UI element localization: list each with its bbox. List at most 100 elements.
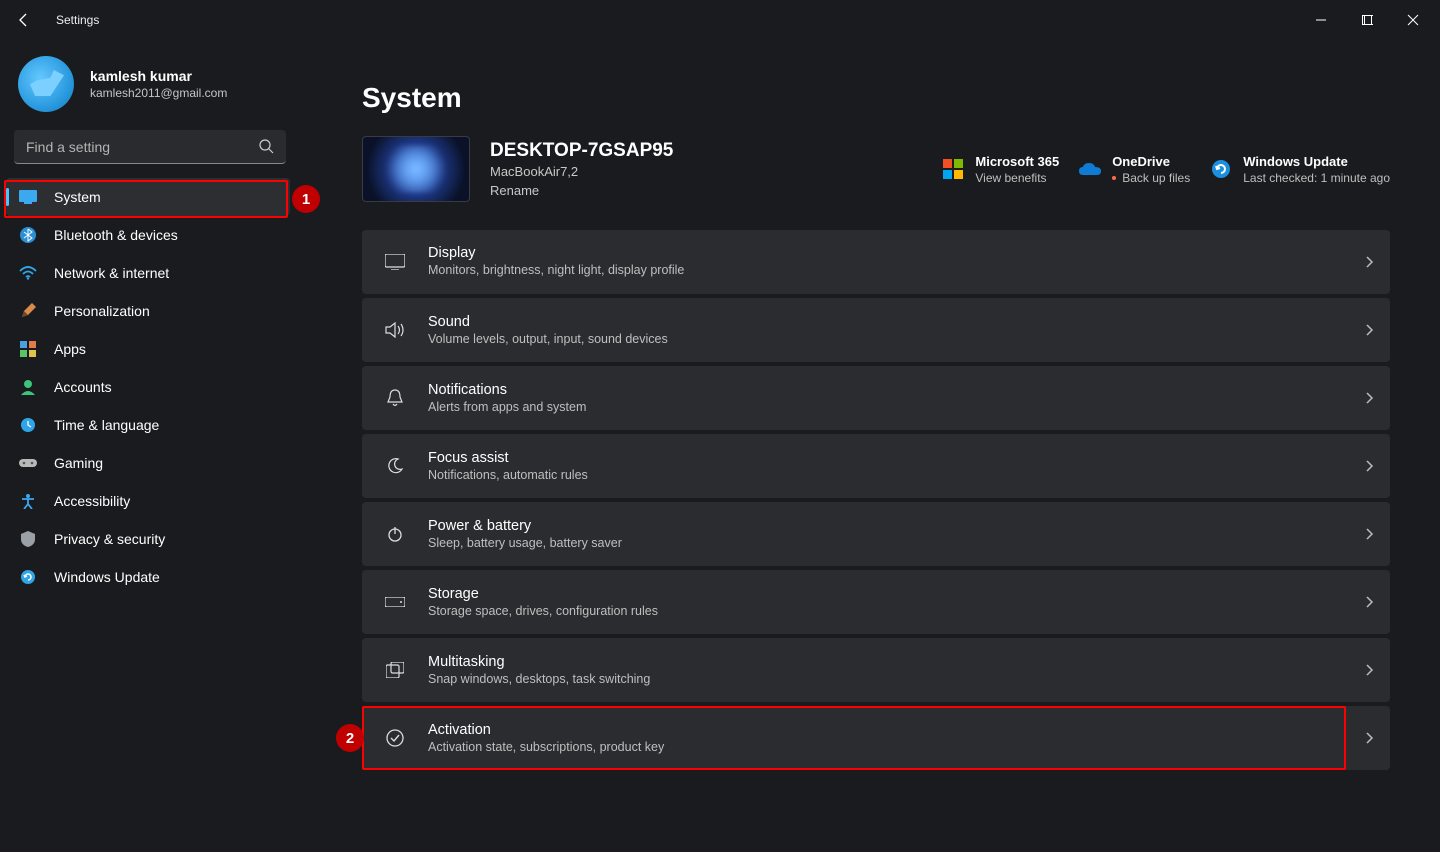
- maximize-button[interactable]: [1344, 4, 1390, 36]
- row-multitasking[interactable]: Multitasking Snap windows, desktops, task…: [362, 638, 1390, 702]
- check-circle-icon: [382, 725, 408, 751]
- chevron-right-icon: [1364, 595, 1374, 609]
- row-focus-assist[interactable]: Focus assist Notifications, automatic rul…: [362, 434, 1390, 498]
- device-summary: DESKTOP-7GSAP95 MacBookAir7,2 Rename Mic…: [362, 136, 1390, 202]
- search-input[interactable]: [14, 130, 286, 164]
- windows-update-icon: [1210, 158, 1232, 180]
- bell-icon: [382, 385, 408, 411]
- power-icon: [382, 521, 408, 547]
- display-icon: [382, 249, 408, 275]
- row-sound[interactable]: Sound Volume levels, output, input, sound…: [362, 298, 1390, 362]
- sidebar-item-apps[interactable]: Apps: [0, 330, 300, 368]
- back-button[interactable]: [4, 0, 44, 40]
- nav-label: Network & internet: [54, 265, 169, 281]
- row-sub: Volume levels, output, input, sound devi…: [428, 332, 1364, 346]
- quick-sub: View benefits: [975, 171, 1059, 185]
- annotation-badge-2: 2: [336, 724, 364, 752]
- row-title: Notifications: [428, 382, 1364, 398]
- nav-label: Personalization: [54, 303, 150, 319]
- nav-label: Windows Update: [54, 569, 160, 585]
- chevron-right-icon: [1364, 255, 1374, 269]
- sound-icon: [382, 317, 408, 343]
- nav-label: Accessibility: [54, 493, 130, 509]
- chevron-right-icon: [1364, 323, 1374, 337]
- nav-label: System: [54, 189, 101, 205]
- main-content: System DESKTOP-7GSAP95 MacBookAir7,2 Ren…: [300, 40, 1440, 852]
- window-controls: [1298, 4, 1436, 36]
- nav-label: Bluetooth & devices: [54, 227, 178, 243]
- sidebar-item-privacy[interactable]: Privacy & security: [0, 520, 300, 558]
- sidebar-item-accounts[interactable]: Accounts: [0, 368, 300, 406]
- row-sub: Activation state, subscriptions, product…: [428, 740, 1364, 754]
- quick-windows-update[interactable]: Windows Update Last checked: 1 minute ag…: [1210, 154, 1390, 185]
- quick-m365[interactable]: Microsoft 365 View benefits: [942, 154, 1059, 185]
- device-name: DESKTOP-7GSAP95: [490, 140, 673, 162]
- quick-title: Microsoft 365: [975, 154, 1059, 169]
- rename-link[interactable]: Rename: [490, 183, 673, 198]
- quick-title: OneDrive: [1112, 154, 1190, 169]
- sidebar-item-accessibility[interactable]: Accessibility: [0, 482, 300, 520]
- row-sub: Storage space, drives, configuration rul…: [428, 604, 1364, 618]
- settings-list: Display Monitors, brightness, night light…: [362, 230, 1390, 770]
- moon-icon: [382, 453, 408, 479]
- system-icon: [18, 187, 38, 207]
- nav-label: Gaming: [54, 455, 103, 471]
- row-sub: Notifications, automatic rules: [428, 468, 1364, 482]
- row-display[interactable]: Display Monitors, brightness, night light…: [362, 230, 1390, 294]
- page-title: System: [362, 82, 1390, 114]
- quick-sub: Back up files: [1112, 171, 1190, 185]
- row-sub: Alerts from apps and system: [428, 400, 1364, 414]
- row-sub: Snap windows, desktops, task switching: [428, 672, 1364, 686]
- chevron-right-icon: [1364, 391, 1374, 405]
- storage-icon: [382, 589, 408, 615]
- sidebar-item-bluetooth[interactable]: Bluetooth & devices: [0, 216, 300, 254]
- device-model: MacBookAir7,2: [490, 164, 673, 179]
- bluetooth-icon: [18, 225, 38, 245]
- quick-sub: Last checked: 1 minute ago: [1243, 171, 1390, 185]
- sidebar-item-personalization[interactable]: Personalization: [0, 292, 300, 330]
- row-title: Activation: [428, 722, 1364, 738]
- row-title: Multitasking: [428, 654, 1364, 670]
- nav-label: Accounts: [54, 379, 112, 395]
- search-icon: [258, 138, 274, 154]
- sidebar-item-network[interactable]: Network & internet: [0, 254, 300, 292]
- avatar: [18, 56, 74, 112]
- warning-dot: [1112, 176, 1116, 180]
- chevron-right-icon: [1364, 663, 1374, 677]
- profile-block[interactable]: kamlesh kumar kamlesh2011@gmail.com: [0, 52, 300, 130]
- quick-onedrive[interactable]: OneDrive Back up files: [1079, 154, 1190, 185]
- row-title: Power & battery: [428, 518, 1364, 534]
- row-title: Focus assist: [428, 450, 1364, 466]
- row-notifications[interactable]: Notifications Alerts from apps and system: [362, 366, 1390, 430]
- annotation-badge-1: 1: [292, 185, 320, 213]
- row-activation[interactable]: Activation Activation state, subscription…: [362, 706, 1390, 770]
- multitasking-icon: [382, 657, 408, 683]
- sidebar: kamlesh kumar kamlesh2011@gmail.com Syst…: [0, 40, 300, 852]
- row-power[interactable]: Power & battery Sleep, battery usage, bat…: [362, 502, 1390, 566]
- chevron-right-icon: [1364, 459, 1374, 473]
- profile-name: kamlesh kumar: [90, 68, 227, 84]
- row-title: Display: [428, 245, 1364, 261]
- row-sub: Sleep, battery usage, battery saver: [428, 536, 1364, 550]
- row-storage[interactable]: StorageStorage space, drives, configurat…: [362, 570, 1390, 634]
- gaming-icon: [18, 453, 38, 473]
- clock-icon: [18, 415, 38, 435]
- m365-icon: [942, 158, 964, 180]
- close-button[interactable]: [1390, 4, 1436, 36]
- sidebar-item-system[interactable]: System: [6, 178, 290, 216]
- accounts-icon: [18, 377, 38, 397]
- personalization-icon: [18, 301, 38, 321]
- row-title: Sound: [428, 314, 1364, 330]
- shield-icon: [18, 529, 38, 549]
- row-sub: Monitors, brightness, night light, displ…: [428, 263, 684, 277]
- apps-icon: [18, 339, 38, 359]
- titlebar: Settings: [0, 0, 1440, 40]
- sidebar-item-update[interactable]: Windows Update: [0, 558, 300, 596]
- device-thumbnail[interactable]: [362, 136, 470, 202]
- minimize-button[interactable]: [1298, 4, 1344, 36]
- nav-label: Apps: [54, 341, 86, 357]
- wifi-icon: [18, 263, 38, 283]
- sidebar-item-gaming[interactable]: Gaming: [0, 444, 300, 482]
- sidebar-item-time[interactable]: Time & language: [0, 406, 300, 444]
- nav-list: System Bluetooth & devices Network & int…: [0, 174, 300, 596]
